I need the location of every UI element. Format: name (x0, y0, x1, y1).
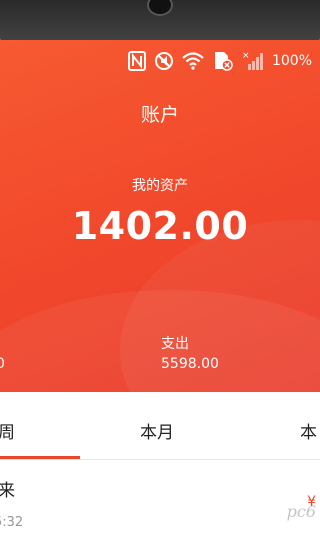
wifi-icon (182, 52, 204, 70)
tab-week[interactable]: 周 (0, 418, 15, 443)
svg-text:×: × (242, 51, 250, 61)
front-camera (147, 0, 173, 16)
nfc-icon (127, 51, 146, 71)
record-time: 5:32 (0, 515, 24, 530)
phone-bezel (0, 0, 320, 44)
assets-label: 我的资产 (132, 178, 188, 194)
expense-label: 支出 (161, 336, 189, 352)
tab-active-indicator (0, 456, 80, 459)
period-tabs: 周 本月 本 (0, 392, 320, 460)
income-value: 0 (0, 356, 5, 372)
mute-icon (154, 51, 174, 71)
sim-card-no-service-icon (212, 50, 234, 72)
site-watermark: pc6 (286, 502, 316, 521)
tab-this-month[interactable]: 本月 (140, 418, 174, 443)
tab-this-year[interactable]: 本 (300, 418, 317, 443)
assets-value: 1402.00 (71, 204, 249, 248)
signal-icon: × (242, 51, 264, 71)
record-title[interactable]: 来 (0, 476, 15, 501)
status-bar: × 100% (127, 50, 312, 72)
expense-value: 5598.00 (161, 356, 219, 372)
page-title: 账户 (140, 104, 179, 126)
battery-percentage: 100% (271, 53, 312, 69)
